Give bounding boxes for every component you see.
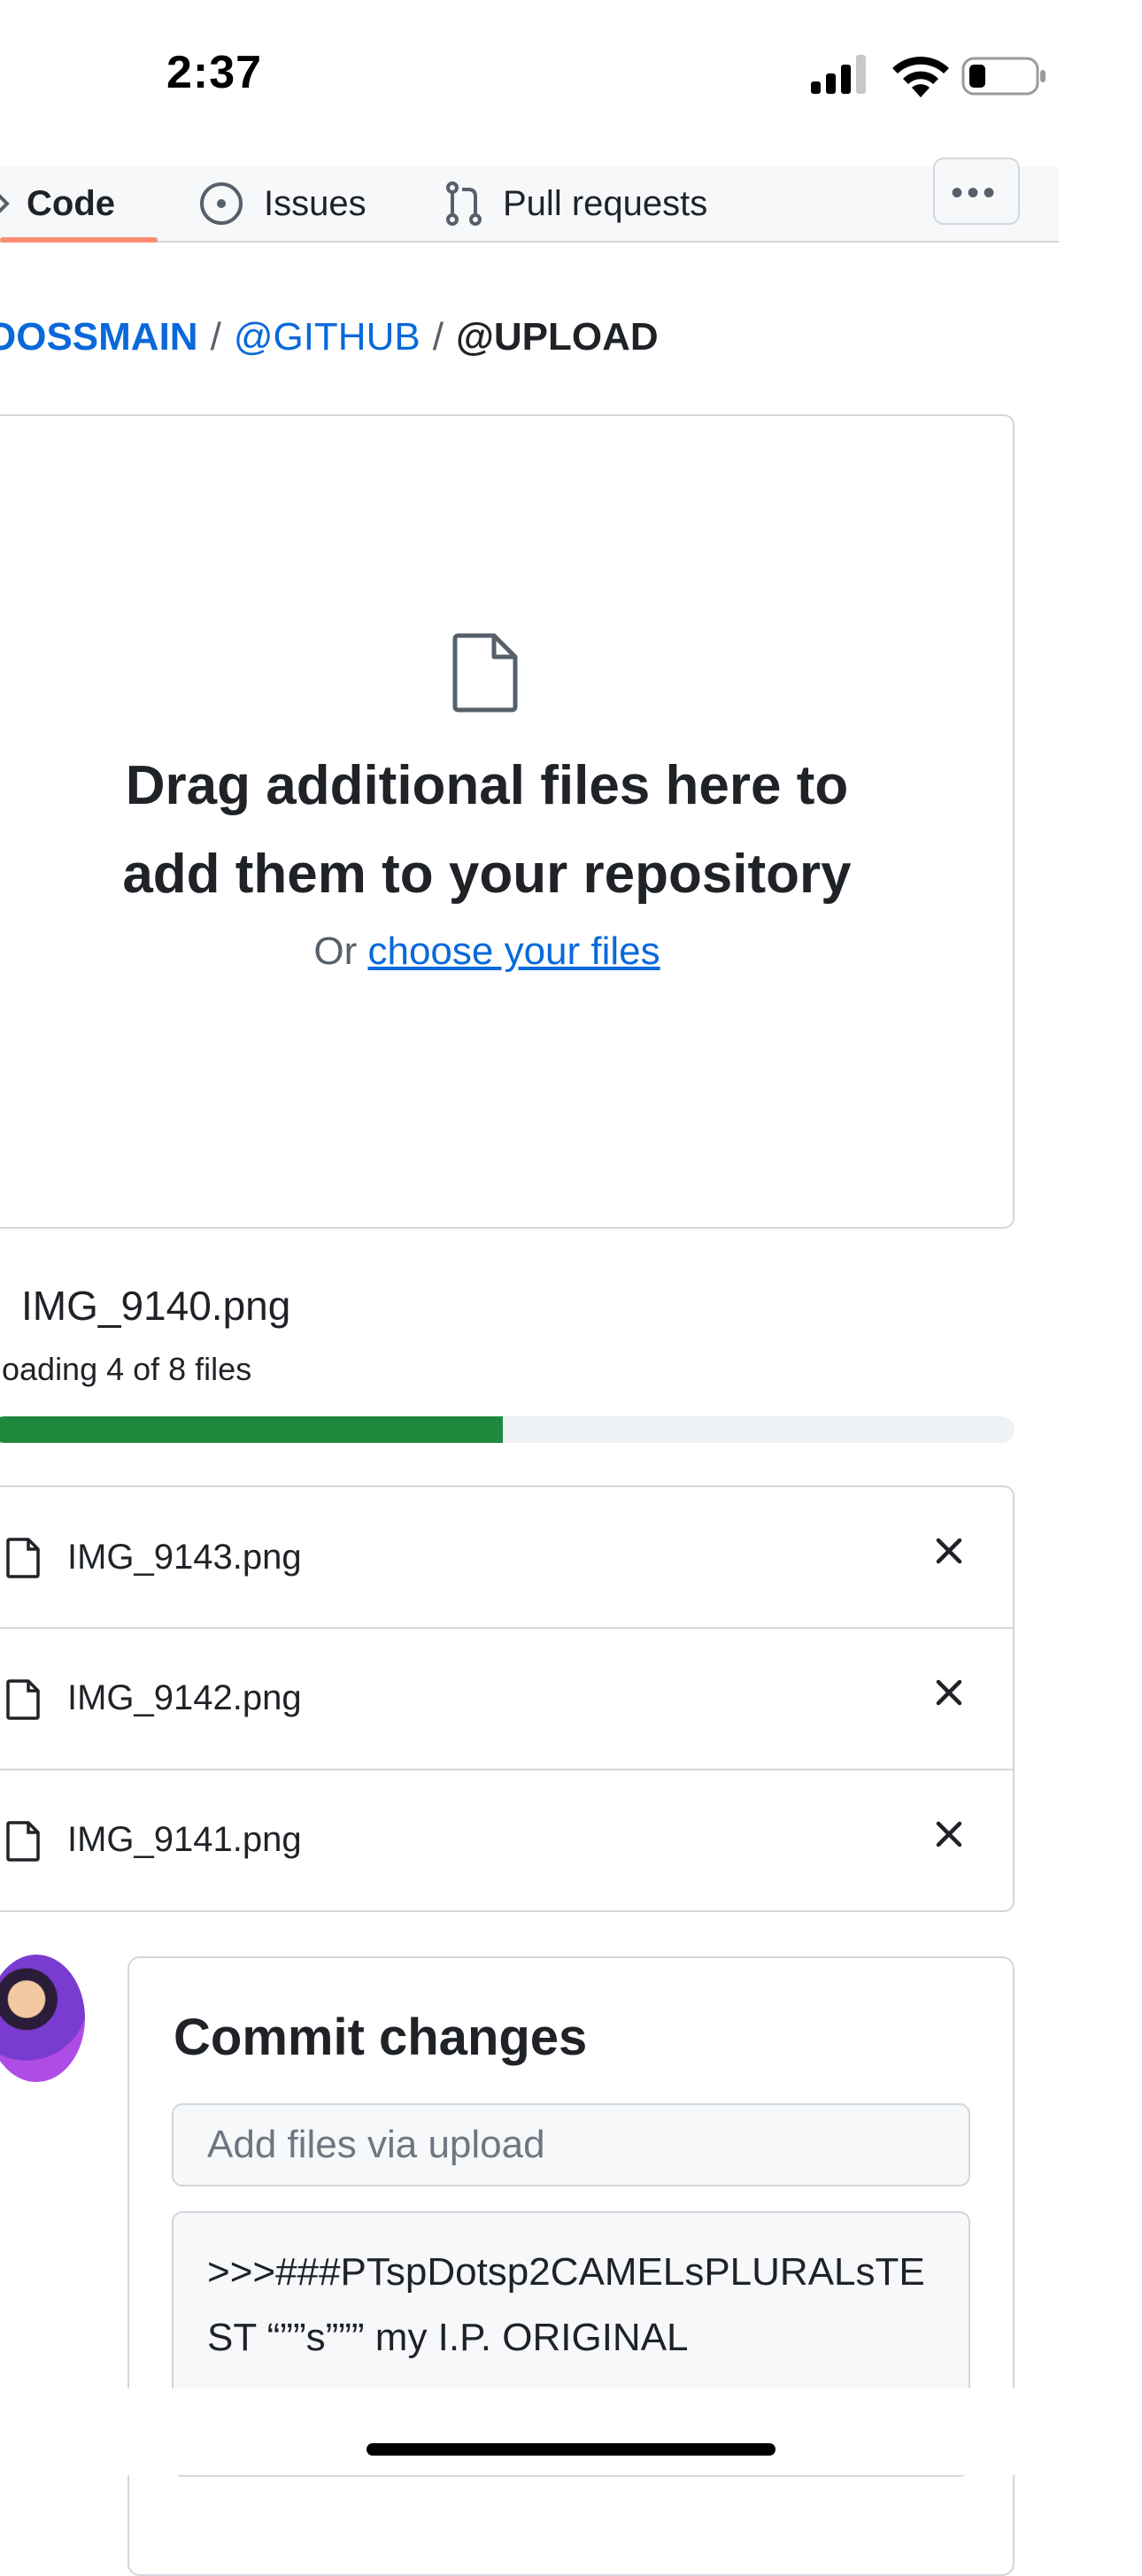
breadcrumb-folder-link[interactable]: @GITHUB bbox=[234, 315, 421, 359]
breadcrumb: OOSSMAIN / @GITHUB / @UPLOAD bbox=[0, 315, 659, 359]
upload-file-list: IMG_9143.png IMG_9142.png IMG_9141.png bbox=[0, 1485, 1015, 1912]
tab-issues[interactable]: Issues bbox=[198, 166, 367, 241]
chevron-right-icon bbox=[0, 194, 10, 213]
commit-changes-title: Commit changes bbox=[174, 2009, 588, 2066]
uploading-file-name: IMG_9140.png bbox=[21, 1283, 291, 1329]
tab-code-label: Code bbox=[27, 183, 115, 223]
file-icon bbox=[6, 1679, 40, 1720]
breadcrumb-current: @UPLOAD bbox=[455, 315, 659, 359]
home-indicator bbox=[367, 2443, 775, 2456]
commit-summary-input[interactable] bbox=[172, 2103, 970, 2187]
wifi-icon bbox=[892, 57, 949, 97]
drop-zone-subtitle: Or choose your files bbox=[0, 929, 974, 974]
breadcrumb-separator: / bbox=[432, 315, 444, 359]
file-icon bbox=[452, 633, 518, 713]
tab-pull-requests-label: Pull requests bbox=[503, 183, 708, 223]
remove-file-icon[interactable] bbox=[931, 1816, 967, 1852]
more-options-button[interactable]: ••• bbox=[933, 158, 1020, 225]
tab-pull-requests[interactable]: Pull requests bbox=[444, 166, 707, 241]
file-list-item: IMG_9142.png bbox=[0, 1627, 1013, 1767]
remove-file-icon[interactable] bbox=[931, 1675, 967, 1710]
battery-icon bbox=[961, 57, 1046, 96]
breadcrumb-owner-link[interactable]: OOSSMAIN bbox=[0, 315, 198, 359]
file-list-item: IMG_9141.png bbox=[0, 1769, 1013, 1909]
git-pull-request-icon bbox=[446, 181, 482, 226]
tab-issues-label: Issues bbox=[264, 183, 367, 223]
avatar[interactable] bbox=[0, 1955, 85, 2082]
file-list-item: IMG_9143.png bbox=[0, 1487, 1013, 1627]
upload-progress-fill bbox=[0, 1416, 503, 1443]
file-name: IMG_9142.png bbox=[67, 1677, 302, 1717]
file-icon bbox=[6, 1538, 40, 1578]
status-time: 2:37 bbox=[166, 47, 263, 98]
tab-code[interactable]: Code bbox=[0, 166, 158, 243]
cellular-signal-icon bbox=[811, 55, 866, 94]
file-icon bbox=[6, 1821, 40, 1862]
upload-progress-bar bbox=[0, 1416, 1015, 1443]
upload-progress-text: loading 4 of 8 files bbox=[0, 1351, 252, 1387]
breadcrumb-separator: / bbox=[210, 315, 221, 359]
issue-opened-icon bbox=[200, 182, 243, 225]
remove-file-icon[interactable] bbox=[931, 1533, 967, 1569]
bottom-safe-area bbox=[0, 2388, 1142, 2475]
kebab-horizontal-icon: ••• bbox=[951, 174, 999, 212]
drop-zone-title: Drag additional files here to add them t… bbox=[122, 755, 852, 905]
repo-tab-bar: Code Issues Pull requests bbox=[0, 166, 1059, 243]
file-name: IMG_9143.png bbox=[67, 1537, 302, 1577]
active-tab-underline bbox=[0, 237, 158, 243]
drop-zone-or-text: Or bbox=[313, 929, 358, 973]
choose-files-link[interactable]: choose your files bbox=[367, 929, 660, 973]
file-name: IMG_9141.png bbox=[67, 1819, 302, 1859]
